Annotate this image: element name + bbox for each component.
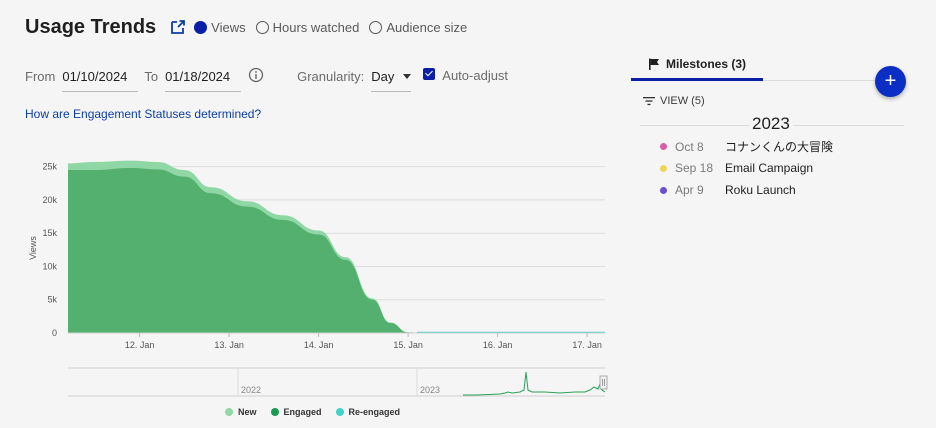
- legend-item-re-engaged[interactable]: Re-engaged: [335, 407, 401, 417]
- y-tick-label: 0: [52, 328, 57, 338]
- x-tick-label: 17. Jan: [572, 340, 602, 350]
- filter-icon: [643, 97, 655, 106]
- y-tick-label: 20k: [42, 195, 57, 205]
- flag-icon: [648, 58, 659, 70]
- milestone-dot: [660, 186, 667, 194]
- chart-legend: New Engaged Re-engaged: [225, 407, 414, 417]
- metric-radio-audience-size[interactable]: Audience size: [369, 20, 467, 35]
- from-date-input[interactable]: 01/10/2024: [62, 62, 139, 92]
- auto-adjust-checkbox[interactable]: [423, 68, 436, 80]
- milestone-name: Roku Launch: [725, 183, 796, 197]
- legend-label: Engaged: [283, 407, 322, 417]
- y-tick-label: 15k: [42, 228, 57, 238]
- info-icon[interactable]: [248, 67, 264, 83]
- milestone-name: コナンくんの大冒険: [725, 140, 834, 154]
- x-tick-label: 13. Jan: [214, 340, 244, 350]
- radio-selected-icon: [194, 20, 208, 34]
- chevron-down-icon: [403, 74, 412, 79]
- to-label: To: [144, 69, 159, 84]
- milestone-date: Apr 9: [675, 183, 704, 197]
- from-label: From: [25, 69, 56, 84]
- series-engaged-area: [68, 167, 605, 333]
- milestone-date: Oct 8: [675, 139, 704, 154]
- milestone-dot: [660, 143, 667, 150]
- milestone-item[interactable]: Oct 8 コナンくんの大冒険: [660, 138, 833, 155]
- y-tick-label: 5k: [47, 295, 57, 305]
- granularity-select[interactable]: Day: [371, 62, 412, 92]
- milestone-item[interactable]: Apr 9 Roku Launch: [660, 183, 796, 197]
- metric-label: Views: [211, 19, 246, 35]
- granularity-value: Day: [371, 69, 395, 84]
- legend-item-new[interactable]: New: [225, 407, 257, 417]
- header: Usage Trends Views Hours watched Audienc…: [25, 14, 477, 40]
- milestone-dot: [660, 164, 667, 172]
- legend-label: New: [238, 407, 257, 417]
- legend-dot: [335, 408, 344, 416]
- view-filter-button[interactable]: VIEW (5): [643, 95, 705, 107]
- metric-label: Audience size: [386, 19, 468, 35]
- filter-bar: From 01/10/2024 To 01/18/2024 Granularit…: [25, 62, 508, 92]
- plus-icon: +: [884, 70, 897, 92]
- metric-radio-views[interactable]: Views: [194, 19, 246, 35]
- engagement-status-help-link[interactable]: How are Engagement Statuses determined?: [25, 107, 261, 121]
- radio-unselected-icon: [255, 20, 269, 34]
- navigator-sparkline: [463, 371, 606, 396]
- x-tick-label: 16. Jan: [483, 340, 513, 350]
- y-axis-ticks: 25k 20k 15k 10k 5k 0: [42, 162, 57, 338]
- metric-radio-group: Views Hours watched Audience size: [194, 20, 477, 35]
- auto-adjust-label: Auto-adjust: [442, 68, 509, 83]
- navigator-handle[interactable]: [599, 375, 608, 390]
- year-heading: 2023: [749, 114, 793, 134]
- y-tick-label: 10k: [42, 261, 57, 271]
- chart-areas: [68, 160, 605, 334]
- navigator-year-label: 2023: [420, 385, 440, 395]
- y-tick-label: 25k: [42, 162, 57, 172]
- view-filter-label: VIEW (5): [660, 95, 705, 107]
- milestone-item[interactable]: Sep 18 Email Campaign: [660, 161, 813, 175]
- metric-radio-hours-watched[interactable]: Hours watched: [255, 19, 360, 35]
- y-axis-label: Views: [28, 236, 38, 260]
- x-tick-label: 15. Jan: [393, 340, 423, 350]
- usage-chart: Views 25k 20k 15k 10k 5k 0 12. Jan 13. Jan 14. …: [28, 160, 608, 397]
- metric-label: Hours watched: [272, 19, 360, 35]
- x-tick-label: 12. Jan: [125, 340, 155, 350]
- open-external-icon[interactable]: [170, 19, 186, 35]
- navigator-year-label: 2022: [241, 385, 261, 395]
- milestone-date: Sep 18: [675, 161, 714, 175]
- granularity-label: Granularity:: [297, 69, 365, 84]
- page-title: Usage Trends: [25, 15, 157, 38]
- x-tick-label: 14. Jan: [304, 340, 334, 350]
- to-date-input[interactable]: 01/18/2024: [165, 62, 242, 92]
- range-navigator[interactable]: 2022 2023: [68, 367, 608, 397]
- milestone-name: Email Campaign: [725, 161, 814, 175]
- tab-label: Milestones (3): [665, 57, 746, 71]
- add-milestone-button[interactable]: +: [875, 66, 906, 97]
- radio-unselected-icon: [369, 20, 383, 34]
- legend-item-engaged[interactable]: Engaged: [270, 407, 322, 417]
- legend-label: Re-engaged: [348, 407, 401, 417]
- tab-milestones[interactable]: Milestones (3): [631, 57, 763, 81]
- legend-dot: [270, 408, 279, 416]
- x-axis-ticks: 12. Jan 13. Jan 14. Jan 15. Jan 16. Jan 17. J…: [125, 333, 602, 350]
- legend-dot: [225, 408, 233, 416]
